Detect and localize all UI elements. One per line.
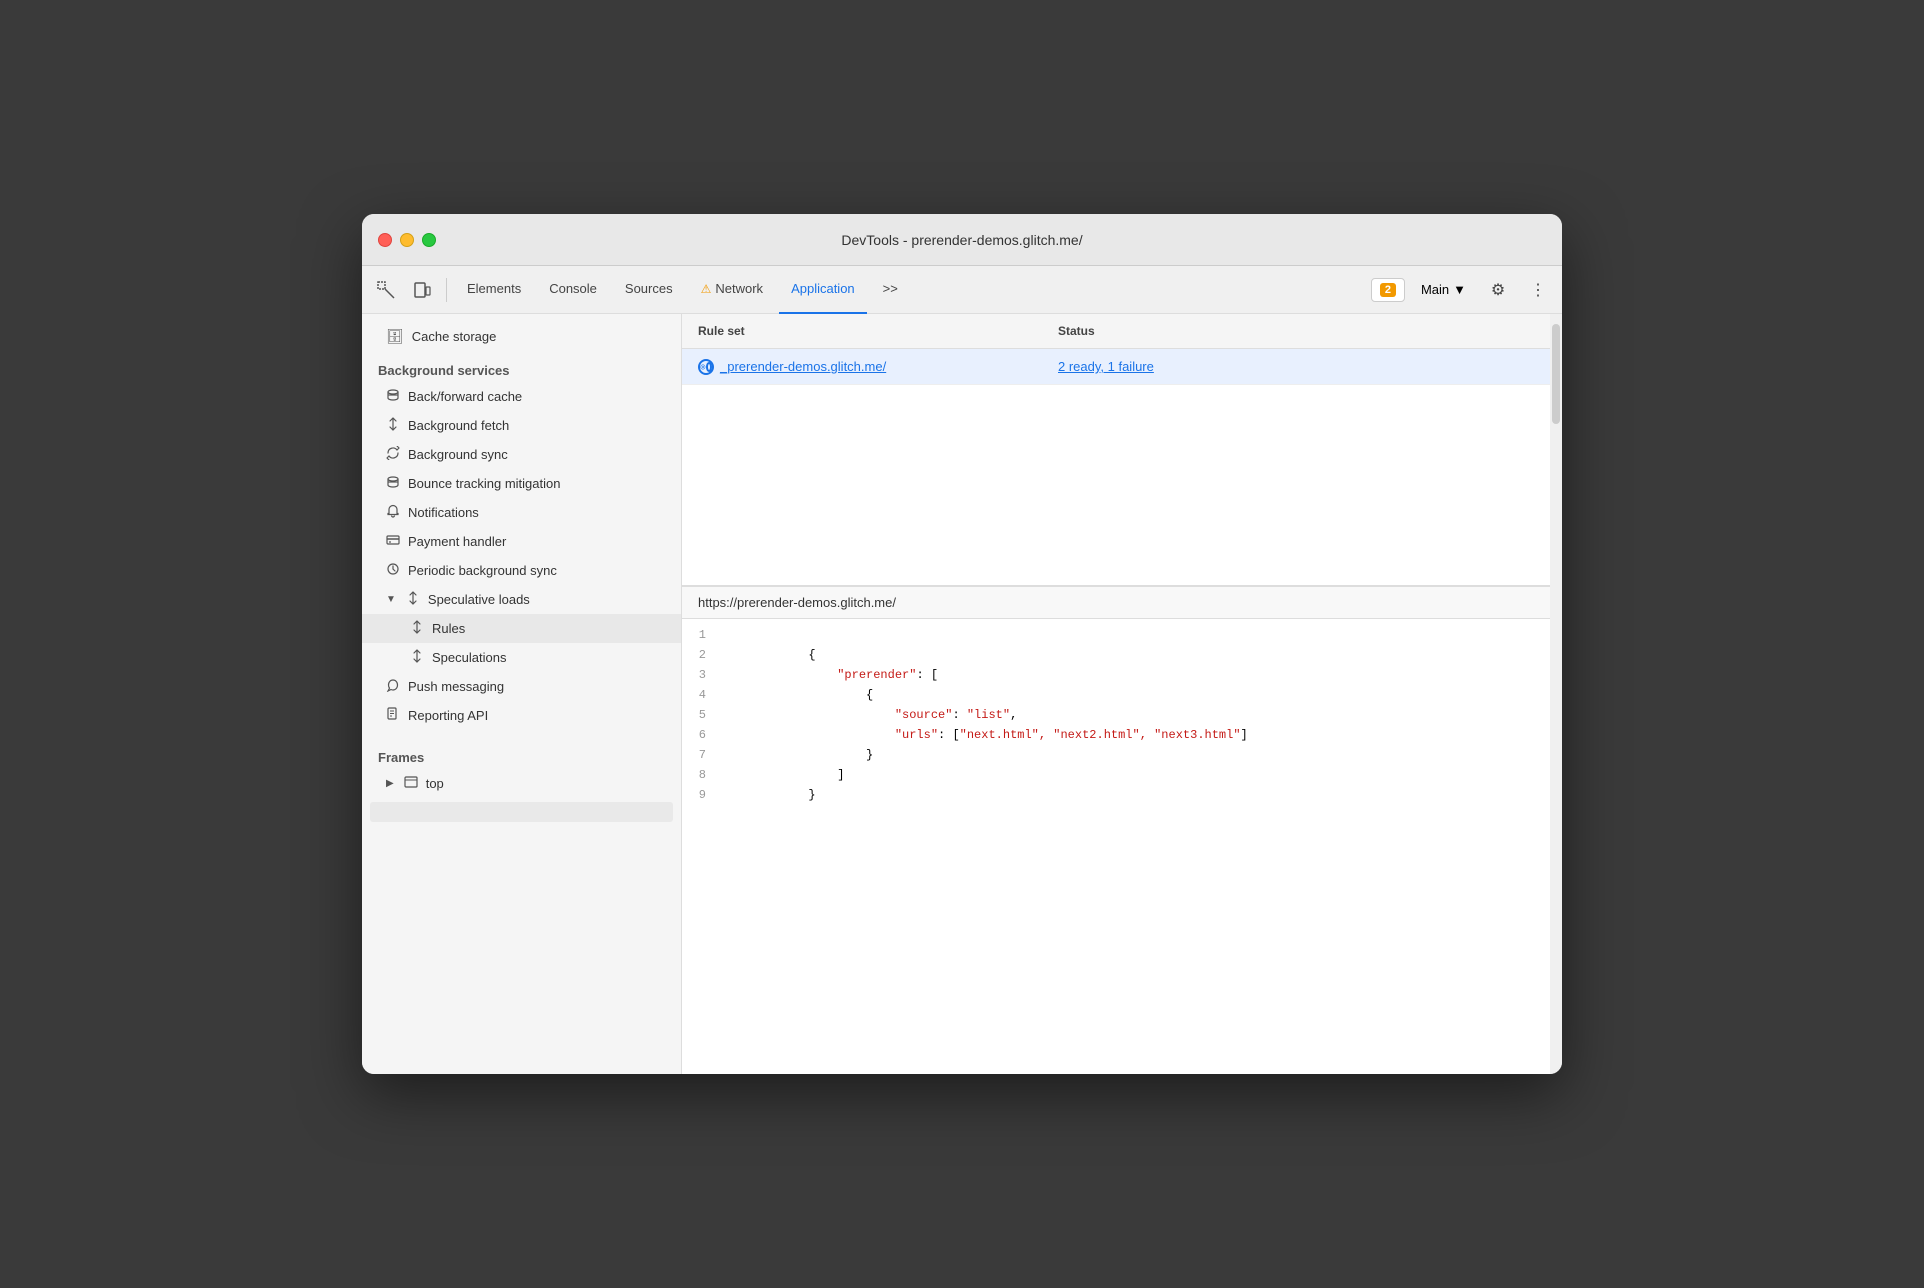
json-line: 2 {: [682, 647, 1550, 667]
sidebar-item-notifications[interactable]: Notifications: [362, 498, 681, 527]
more-dots-icon: ⋮: [1530, 280, 1546, 300]
table-row[interactable]: _prerender-demos.glitch.me/ 2 ready, 1 f…: [682, 349, 1550, 385]
reporting-api-icon: [386, 707, 400, 724]
dropdown-arrow-icon: ▼: [1453, 282, 1466, 297]
bounce-tracking-icon: [386, 475, 400, 492]
sidebar-item-reporting-api[interactable]: Reporting API: [362, 701, 681, 730]
sidebar-item-background-sync[interactable]: Background sync: [362, 440, 681, 469]
close-button[interactable]: [378, 233, 392, 247]
cache-storage-icon: 🗄: [386, 328, 404, 345]
table-header: Rule set Status: [682, 314, 1550, 349]
speculative-loads-icon: [406, 591, 420, 608]
json-line: 9 }: [682, 787, 1550, 807]
speculations-icon: [410, 649, 424, 666]
toolbar-right: 2 Main ▼ ⚙ ⋮: [1371, 274, 1554, 306]
maximize-button[interactable]: [422, 233, 436, 247]
sidebar-item-periodic-bg-sync[interactable]: Periodic background sync: [362, 556, 681, 585]
periodic-bg-sync-icon: [386, 562, 400, 579]
status-link[interactable]: 2 ready, 1 failure: [1058, 359, 1154, 374]
minimize-button[interactable]: [400, 233, 414, 247]
settings-icon: ⚙: [1491, 280, 1505, 300]
sidebar-item-speculative-loads[interactable]: ▼ Speculative loads: [362, 585, 681, 614]
toolbar: Elements Console Sources ⚠ Network Appli…: [362, 266, 1562, 314]
json-line: 3 "prerender": [: [682, 667, 1550, 687]
json-line: 6 "urls": ["next.html", "next2.html", "n…: [682, 727, 1550, 747]
titlebar: DevTools - prerender-demos.glitch.me/: [362, 214, 1562, 266]
network-warn-icon: ⚠: [701, 282, 712, 296]
main-scrollbar[interactable]: [1550, 314, 1562, 1074]
tab-more[interactable]: >>: [871, 266, 910, 314]
badge-count: 2: [1380, 283, 1396, 297]
table-cell-ruleset: _prerender-demos.glitch.me/: [682, 353, 1042, 381]
rules-icon: [410, 620, 424, 637]
scrollbar-thumb[interactable]: [1552, 324, 1560, 424]
json-line: 8 ]: [682, 767, 1550, 787]
push-messaging-icon: [386, 678, 400, 695]
tab-console[interactable]: Console: [537, 266, 609, 314]
tab-application[interactable]: Application: [779, 266, 867, 314]
background-sync-icon: [386, 446, 400, 463]
window-title: DevTools - prerender-demos.glitch.me/: [841, 232, 1082, 248]
sidebar-item-bounce-tracking[interactable]: Bounce tracking mitigation: [362, 469, 681, 498]
ruleset-link[interactable]: _prerender-demos.glitch.me/: [720, 359, 886, 374]
json-url-bar: https://prerender-demos.glitch.me/: [682, 587, 1550, 619]
sidebar-section-bg-services: Background services: [362, 351, 681, 382]
main-dropdown-button[interactable]: Main ▼: [1413, 278, 1474, 301]
sidebar-item-payment-handler[interactable]: Payment handler: [362, 527, 681, 556]
device-toggle-button[interactable]: [406, 274, 438, 306]
header-status: Status: [1042, 320, 1550, 342]
sidebar-section-frames: Frames: [362, 738, 681, 769]
divider-1: [446, 278, 447, 302]
payment-handler-icon: [386, 533, 400, 550]
header-ruleset: Rule set: [682, 320, 1042, 342]
main-panel: Rule set Status _prerender-demos.glitch.…: [682, 314, 1550, 1074]
json-line: 5 "source": "list",: [682, 707, 1550, 727]
json-line: 4 {: [682, 687, 1550, 707]
traffic-lights: [378, 233, 436, 247]
json-line: 7 }: [682, 747, 1550, 767]
inspect-element-button[interactable]: [370, 274, 402, 306]
tab-network[interactable]: ⚠ Network: [689, 266, 775, 314]
background-fetch-icon: [386, 417, 400, 434]
frame-icon: [404, 775, 418, 792]
sidebar-item-top-frame[interactable]: ▶ top: [362, 769, 681, 798]
table-cell-status: 2 ready, 1 failure: [1042, 353, 1550, 380]
sidebar-item-speculations[interactable]: Speculations: [362, 643, 681, 672]
table-area: Rule set Status _prerender-demos.glitch.…: [682, 314, 1550, 586]
sidebar-item-rules[interactable]: Rules: [362, 614, 681, 643]
empty-table-area: [682, 385, 1550, 585]
tab-elements[interactable]: Elements: [455, 266, 533, 314]
sidebar-item-cache-storage[interactable]: 🗄 Cache storage: [362, 322, 681, 351]
tab-sources[interactable]: Sources: [613, 266, 685, 314]
sidebar: 🗄 Cache storage Background services Back…: [362, 314, 682, 1074]
sidebar-item-push-messaging[interactable]: Push messaging: [362, 672, 681, 701]
issues-badge-button[interactable]: 2: [1371, 278, 1405, 302]
json-content[interactable]: 12 {3 "prerender": [4 {5 "source": "list…: [682, 619, 1550, 1074]
json-area: https://prerender-demos.glitch.me/ 12 {3…: [682, 586, 1550, 1074]
main-content: 🗄 Cache storage Background services Back…: [362, 314, 1562, 1074]
collapse-icon: ▼: [386, 594, 396, 605]
settings-button[interactable]: ⚙: [1482, 274, 1514, 306]
back-forward-cache-icon: [386, 388, 400, 405]
sidebar-scrollbar[interactable]: [370, 802, 673, 822]
notifications-icon: [386, 504, 400, 521]
rule-icon: [698, 359, 714, 375]
frames-collapse-icon: ▶: [386, 778, 394, 789]
devtools-window: DevTools - prerender-demos.glitch.me/ El…: [362, 214, 1562, 1074]
sidebar-item-background-fetch[interactable]: Background fetch: [362, 411, 681, 440]
sidebar-item-back-forward-cache[interactable]: Back/forward cache: [362, 382, 681, 411]
more-options-button[interactable]: ⋮: [1522, 274, 1554, 306]
json-line: 1: [682, 627, 1550, 647]
